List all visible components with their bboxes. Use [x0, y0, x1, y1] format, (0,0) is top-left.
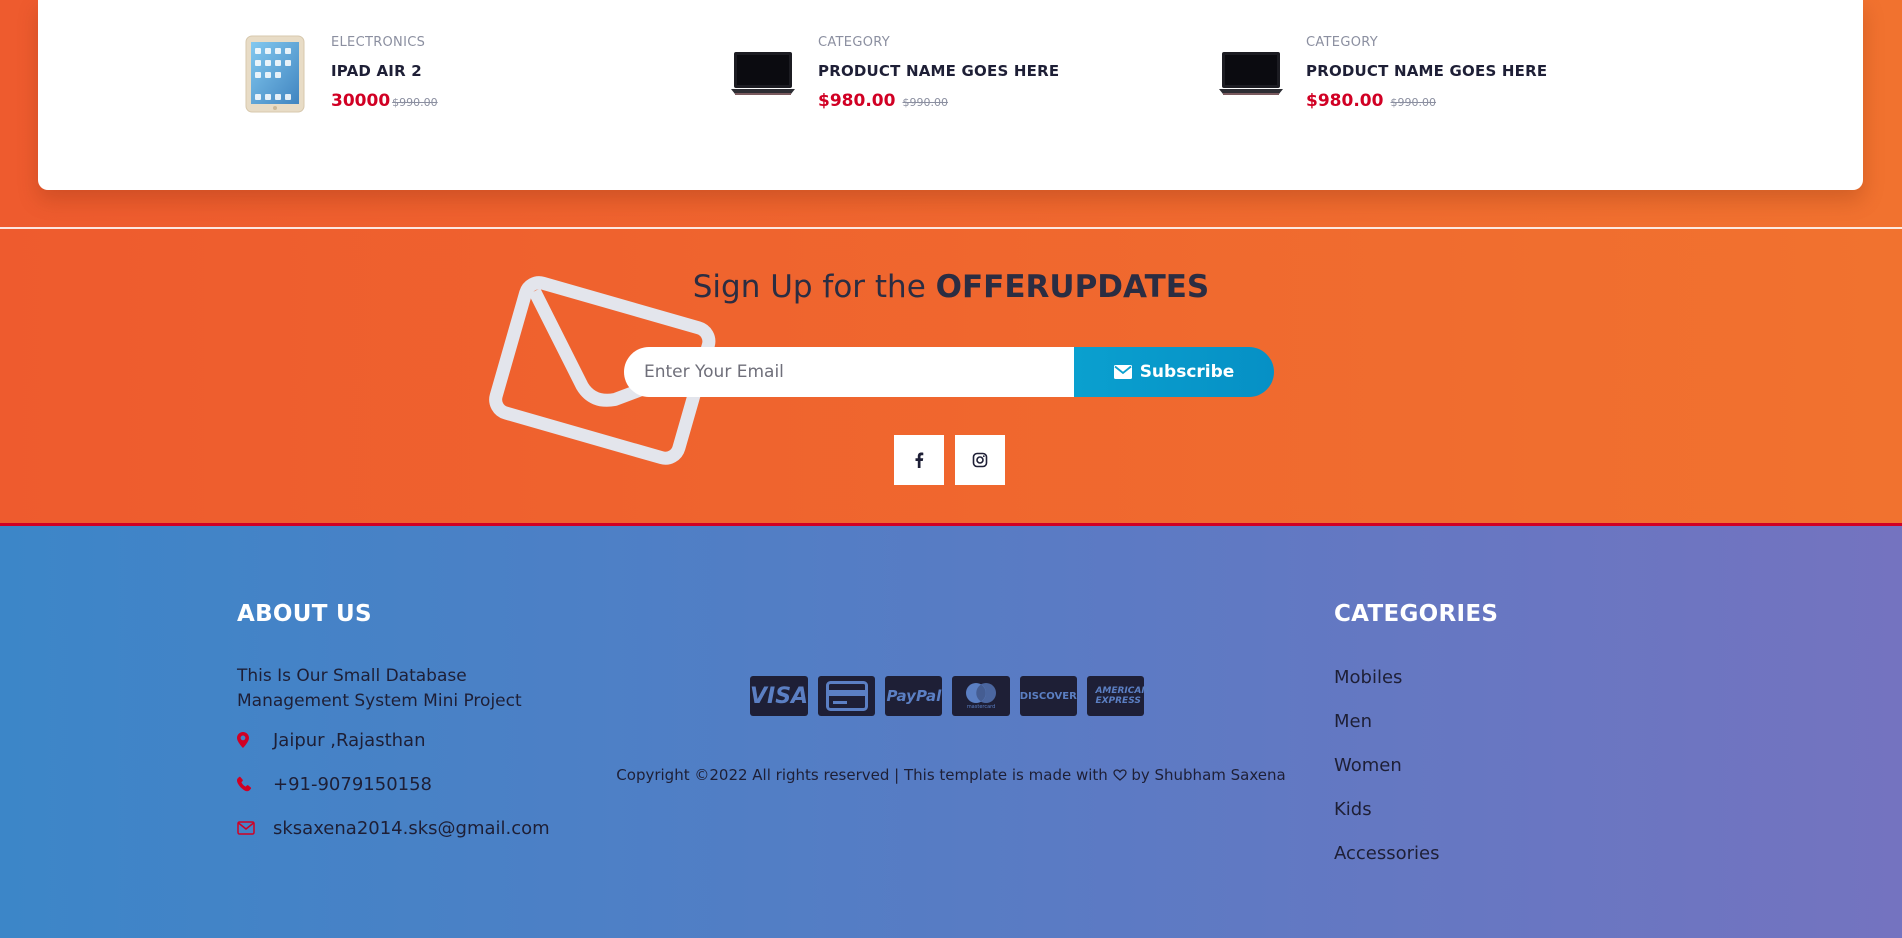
- copyright-by: by: [1126, 766, 1155, 784]
- categories-list: Mobiles Men Women Kids Accessories: [1334, 666, 1440, 886]
- facebook-button[interactable]: [894, 435, 944, 485]
- about-heading: ABOUT US: [237, 601, 372, 627]
- product-widget-card: ELECTRONICS IPAD AIR 2 30000 $990.00 CATE…: [38, 0, 1863, 190]
- footer: ABOUT US This Is Our Small Database Mana…: [0, 526, 1902, 938]
- product-price: $980.00: [818, 91, 896, 111]
- product-name[interactable]: PRODUCT NAME GOES HERE: [1306, 62, 1626, 80]
- product-category: CATEGORY: [1306, 35, 1378, 50]
- amex-icon: AMERICAN EXPRESS: [1086, 676, 1149, 716]
- instagram-button[interactable]: [955, 435, 1005, 485]
- newsletter-title: Sign Up for the OFFERUPDATES: [0, 267, 1902, 307]
- map-marker-icon: [237, 730, 273, 750]
- product-old-price: $990.00: [392, 96, 438, 109]
- product-item[interactable]: CATEGORY PRODUCT NAME GOES HERE $980.00 …: [730, 34, 1150, 124]
- newsletter-title-bold: OFFERUPDATES: [935, 269, 1210, 305]
- product-old-price: $990.00: [902, 96, 949, 109]
- categories-heading: CATEGORIES: [1334, 601, 1499, 627]
- product-name[interactable]: IPAD AIR 2: [331, 62, 651, 80]
- email-row: sksaxena2014.sks@gmail.com: [237, 813, 597, 843]
- product-price: 30000: [331, 91, 391, 111]
- subscribe-label: Subscribe: [1139, 362, 1235, 382]
- product-section: ELECTRONICS IPAD AIR 2 30000 $990.00 CATE…: [0, 0, 1902, 228]
- product-image-ipad[interactable]: [243, 34, 309, 114]
- product-category: ELECTRONICS: [331, 35, 426, 50]
- address-text: Jaipur ,Rajasthan: [273, 729, 426, 751]
- product-image-laptop[interactable]: [1218, 34, 1284, 114]
- heart-icon: [1112, 769, 1127, 781]
- address-row: Jaipur ,Rajasthan: [237, 725, 597, 755]
- mastercard-icon: mastercard: [952, 676, 1010, 716]
- envelope-small-icon: [1113, 365, 1132, 379]
- category-link-women[interactable]: Women: [1334, 754, 1440, 798]
- email-input[interactable]: [624, 347, 1084, 397]
- product-price: $980.00: [1306, 91, 1384, 111]
- author-link[interactable]: Shubham Saxena: [1155, 766, 1286, 784]
- payment-methods: VISA PayPal mastercard DISCOVER AMERICAN…: [750, 676, 1149, 718]
- product-item[interactable]: ELECTRONICS IPAD AIR 2 30000 $990.00: [243, 34, 663, 124]
- product-old-price: $990.00: [1390, 96, 1437, 109]
- product-image-laptop[interactable]: [730, 34, 796, 114]
- product-name[interactable]: PRODUCT NAME GOES HERE: [818, 62, 1138, 80]
- category-link-mobiles[interactable]: Mobiles: [1334, 666, 1440, 710]
- copyright-prefix: Copyright ©2022 All rights reserved | Th…: [616, 766, 1113, 784]
- product-item[interactable]: CATEGORY PRODUCT NAME GOES HERE $980.00 …: [1218, 34, 1638, 124]
- facebook-icon: [915, 452, 924, 468]
- subscribe-button[interactable]: Subscribe: [1074, 347, 1274, 397]
- copyright-text: Copyright ©2022 All rights reserved | Th…: [0, 766, 1902, 784]
- paypal-icon: PayPal: [885, 676, 943, 716]
- discover-icon: DISCOVER: [1019, 676, 1077, 716]
- credit-card-icon: [818, 676, 876, 716]
- envelope-outline-icon: [237, 818, 273, 838]
- product-category: CATEGORY: [818, 35, 890, 50]
- category-link-accessories[interactable]: Accessories: [1334, 842, 1440, 886]
- newsletter-form: Subscribe: [624, 347, 1274, 397]
- category-link-kids[interactable]: Kids: [1334, 798, 1440, 842]
- instagram-icon: [972, 452, 988, 468]
- newsletter-section: Sign Up for the OFFERUPDATES Subscribe: [0, 229, 1902, 524]
- email-text[interactable]: sksaxena2014.sks@gmail.com: [273, 818, 550, 839]
- category-link-men[interactable]: Men: [1334, 710, 1440, 754]
- about-text: This Is Our Small Database Management Sy…: [237, 666, 522, 711]
- visa-icon: VISA: [750, 676, 809, 716]
- newsletter-title-prefix: Sign Up for the: [692, 269, 936, 305]
